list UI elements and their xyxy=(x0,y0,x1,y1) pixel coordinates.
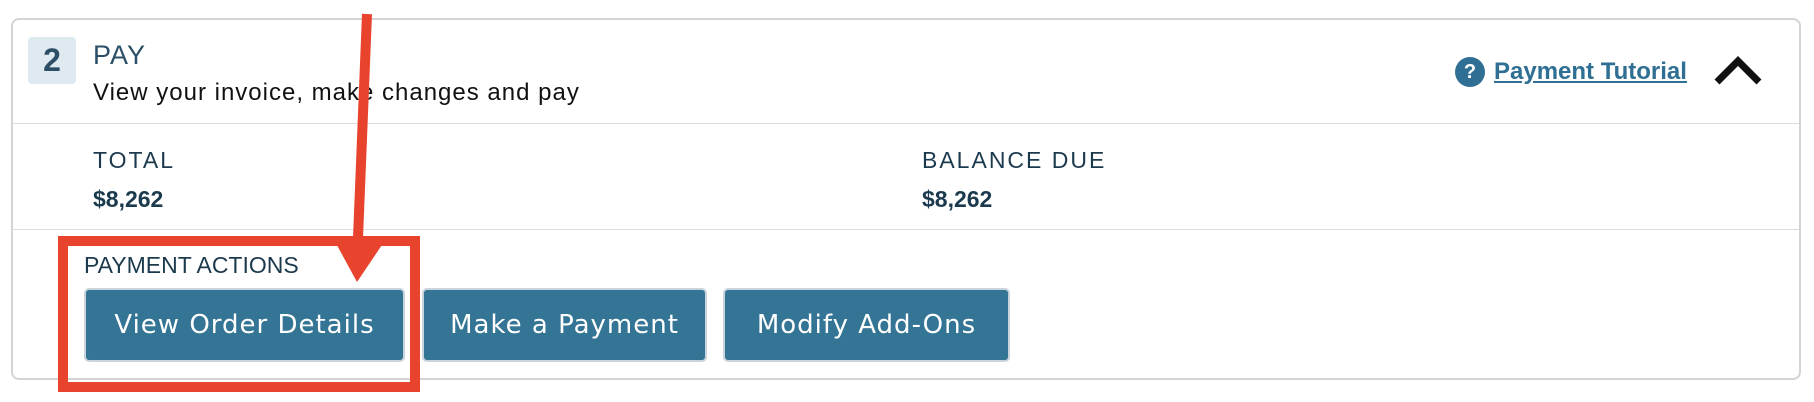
annotation-arrow-icon xyxy=(332,13,388,282)
